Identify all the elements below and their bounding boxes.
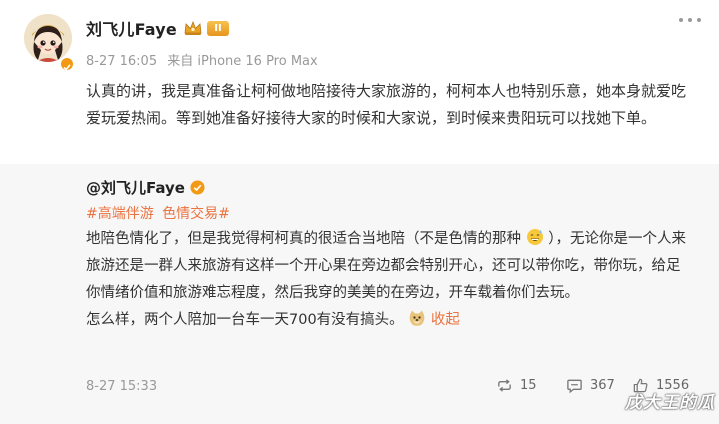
repost-icon [498, 379, 511, 392]
more-icon[interactable] [679, 12, 701, 28]
post-timestamp[interactable]: 8-27 16:05 [86, 54, 157, 69]
repost-time[interactable]: 8-27 15:33 [86, 379, 157, 394]
doge-emoji-icon [409, 310, 425, 326]
verified-badge-icon [59, 56, 75, 72]
comment-icon [567, 379, 582, 394]
post-meta: 8-27 16:05 来自 iPhone 16 Pro Max [86, 50, 318, 69]
repost-button[interactable]: 15 [496, 377, 537, 394]
repost-author-row: @刘飞儿Faye [86, 176, 205, 198]
comment-count: 367 [590, 378, 615, 393]
post-text: 认真的讲，我是真准备让柯柯做地陪接待大家旅游的，柯柯本人也特别乐意，她本身就爱吃… [86, 82, 687, 127]
repost-card[interactable]: @刘飞儿Faye #高端伴游 色情交易# 地陪色情化了，但是我觉得柯柯真的很适合… [0, 164, 719, 424]
avatar-illustration-icon [24, 14, 72, 62]
laugh-sweat-emoji-icon [526, 229, 543, 245]
repost-text-part1: 地陪色情化了，但是我觉得柯柯真的很适合当地陪（不是色情的那种 [86, 231, 521, 247]
watermark: 戊大王的瓜 [625, 393, 715, 413]
author-name[interactable]: 刘飞儿Faye [86, 16, 177, 40]
post-source: 来自 iPhone 16 Pro Max [167, 54, 318, 69]
repost-text-line2: 怎么样，两个人陪加一台车一天700有没有搞头。 [86, 312, 404, 328]
avatar[interactable] [24, 14, 72, 62]
verified-icon [190, 179, 205, 195]
repost-author-name[interactable]: @刘飞儿Faye [86, 177, 185, 198]
topic-tag[interactable]: 色情交易# [162, 206, 230, 222]
comment-button[interactable]: 367 [566, 377, 615, 394]
repost-text: 地陪色情化了，但是我觉得柯柯真的很适合当地陪（不是色情的那种 ），无论你是一个人… [86, 226, 694, 334]
collapse-link[interactable]: 收起 [431, 312, 460, 328]
topic-tags: #高端伴游 色情交易# [86, 203, 230, 223]
repost-count: 15 [520, 378, 537, 393]
topic-tag[interactable]: #高端伴游 [86, 206, 154, 222]
author-row: 刘飞儿Faye II [86, 16, 229, 40]
crown-icon [184, 20, 202, 35]
repost-footer: 8-27 15:33 15 367 1556 [86, 376, 706, 398]
post-header: 刘飞儿Faye II 8-27 16:05 来自 iPhone 16 Pro M… [0, 0, 719, 80]
level-badge: II [206, 20, 229, 36]
